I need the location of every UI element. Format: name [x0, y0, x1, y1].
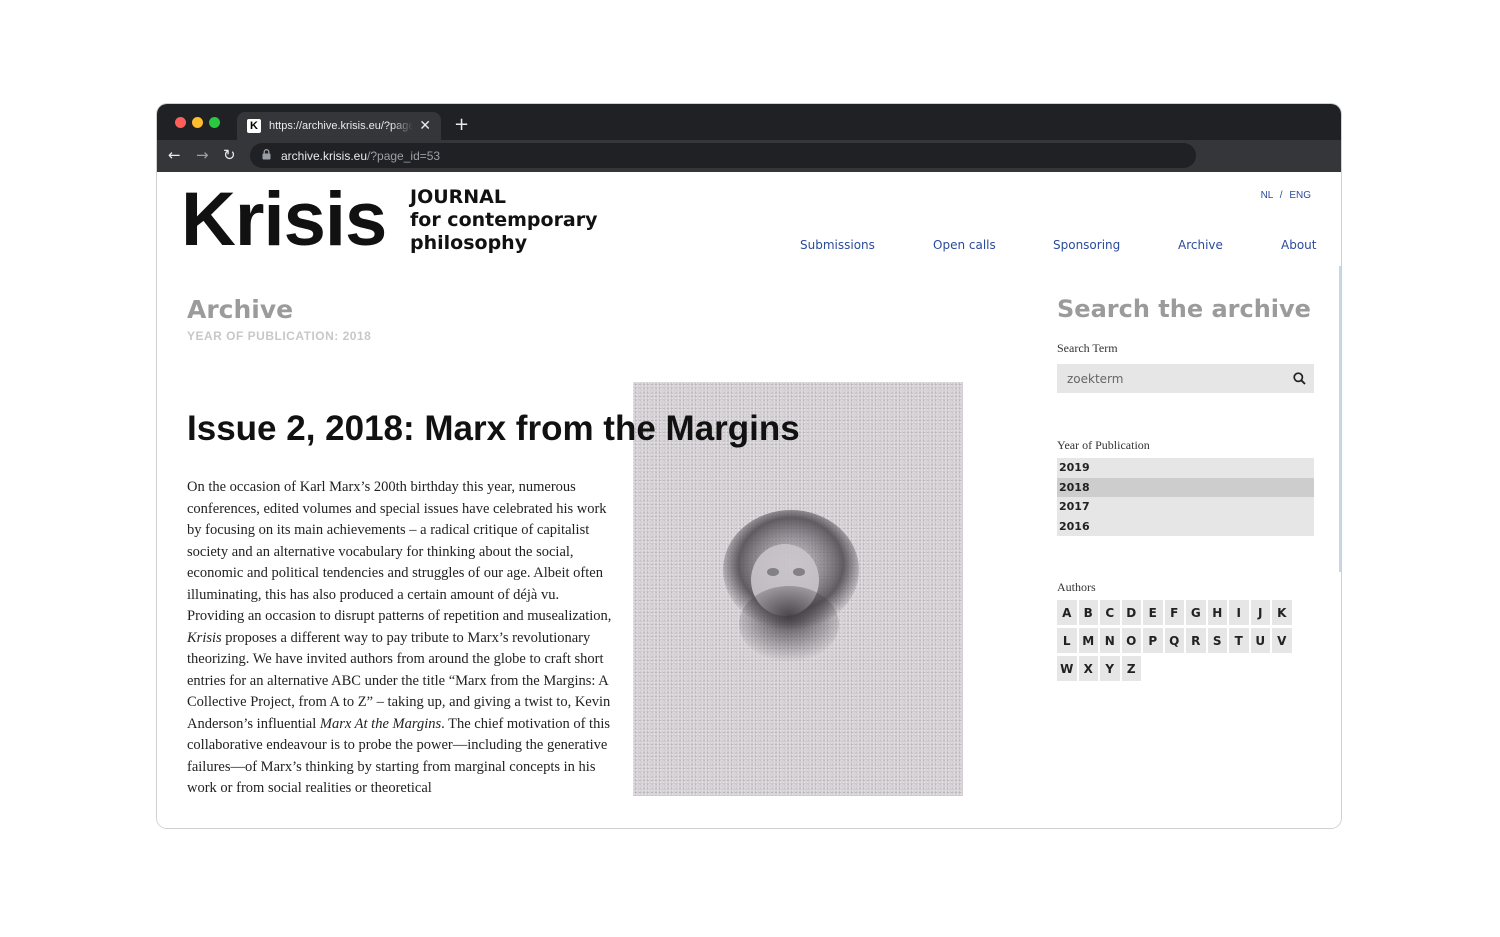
nav-submissions[interactable]: Submissions	[800, 238, 875, 252]
sidebar-title: Search the archive	[1057, 295, 1311, 323]
forward-arrow-icon[interactable]: →	[196, 146, 209, 164]
lang-nl-link[interactable]: NL	[1261, 190, 1273, 201]
author-letter-c[interactable]: C	[1100, 600, 1120, 625]
author-letter-s[interactable]: S	[1207, 628, 1227, 653]
author-letter-t[interactable]: T	[1229, 628, 1249, 653]
authors-label: Authors	[1057, 580, 1096, 594]
author-letter-v[interactable]: V	[1272, 628, 1292, 653]
scrollbar[interactable]	[1339, 266, 1341, 572]
author-letter-h[interactable]: H	[1207, 600, 1227, 625]
lock-icon	[262, 148, 271, 163]
author-letter-n[interactable]: N	[1100, 628, 1120, 653]
close-window-button[interactable]	[175, 117, 186, 128]
lang-eng-link[interactable]: ENG	[1289, 190, 1311, 201]
search-term-label: Search Term	[1057, 341, 1118, 355]
year-list: 2019 2018 2017 2016	[1057, 458, 1314, 536]
browser-window: K https://archive.krisis.eu/?page_ ✕ + ←…	[157, 104, 1341, 828]
author-letter-f[interactable]: F	[1164, 600, 1184, 625]
author-letter-i[interactable]: I	[1229, 600, 1249, 625]
minimize-window-button[interactable]	[192, 117, 203, 128]
author-letter-r[interactable]: R	[1186, 628, 1206, 653]
author-letter-g[interactable]: G	[1186, 600, 1206, 625]
page-subtitle: YEAR OF PUBLICATION: 2018	[187, 329, 372, 343]
author-letter-x[interactable]: X	[1078, 656, 1098, 681]
author-letter-w[interactable]: W	[1057, 656, 1077, 681]
tab-title: https://archive.krisis.eu/?page_	[269, 120, 414, 132]
krisis-logo[interactable]: Krisis	[181, 182, 387, 258]
author-letter-z[interactable]: Z	[1121, 656, 1141, 681]
year-option-selected[interactable]: 2018	[1057, 477, 1314, 497]
title-bar: K https://archive.krisis.eu/?page_ ✕ +	[157, 104, 1341, 140]
web-page: Krisis JOURNAL for contemporary philosop…	[157, 172, 1341, 828]
author-letter-o[interactable]: O	[1121, 628, 1141, 653]
lang-separator: /	[1279, 190, 1283, 201]
year-option[interactable]: 2019	[1057, 458, 1314, 478]
author-letter-m[interactable]: M	[1078, 628, 1098, 653]
year-option[interactable]: 2017	[1057, 497, 1314, 517]
issue-title[interactable]: Issue 2, 2018: Marx from the Margins	[187, 409, 800, 449]
author-letter-q[interactable]: Q	[1164, 628, 1184, 653]
tagline-line: for contemporary	[410, 209, 598, 231]
nav-about[interactable]: About	[1281, 238, 1316, 252]
tagline-line: JOURNAL	[410, 186, 506, 208]
author-letter-e[interactable]: E	[1143, 600, 1163, 625]
author-letter-p[interactable]: P	[1143, 628, 1163, 653]
krisis-favicon-icon: K	[247, 119, 261, 133]
search-input[interactable]	[1067, 371, 1284, 386]
year-option[interactable]: 2016	[1057, 517, 1314, 537]
page-title: Archive	[187, 295, 294, 324]
author-letter-a[interactable]: A	[1057, 600, 1077, 625]
url-host: archive.krisis.eu	[281, 148, 368, 163]
nav-archive[interactable]: Archive	[1178, 238, 1223, 252]
nav-sponsoring[interactable]: Sponsoring	[1053, 238, 1120, 252]
address-bar[interactable]: archive.krisis.eu/?page_id=53	[250, 143, 1196, 168]
maximize-window-button[interactable]	[209, 117, 220, 128]
issue-description: On the occasion of Karl Marx’s 200th bir…	[187, 479, 612, 796]
tagline-line: philosophy	[410, 232, 528, 254]
tab-close-icon[interactable]: ✕	[419, 118, 431, 134]
url-path: /?page_id=53	[367, 148, 441, 163]
browser-toolbar: ← → ↻ archive.krisis.eu/?page_id=53	[157, 140, 1341, 172]
browser-tab[interactable]: K https://archive.krisis.eu/?page_ ✕	[237, 112, 441, 140]
language-switcher: NL / ENG	[1261, 190, 1311, 201]
new-tab-button[interactable]: +	[454, 114, 469, 135]
search-icon[interactable]	[1284, 364, 1314, 393]
author-letter-l[interactable]: L	[1057, 628, 1077, 653]
author-letter-b[interactable]: B	[1078, 600, 1098, 625]
logo-tagline: JOURNAL for contemporary philosophy	[410, 186, 598, 255]
author-letter-d[interactable]: D	[1121, 600, 1141, 625]
search-box	[1057, 364, 1314, 393]
author-letter-y[interactable]: Y	[1100, 656, 1120, 681]
author-letter-u[interactable]: U	[1250, 628, 1270, 653]
year-label: Year of Publication	[1057, 438, 1150, 452]
author-letter-index: ABCDEFGHIJK LMNOPQRSTUV WXYZ	[1057, 600, 1297, 681]
reload-icon[interactable]: ↻	[223, 146, 236, 164]
author-letter-k[interactable]: K	[1272, 600, 1292, 625]
nav-open-calls[interactable]: Open calls	[933, 238, 996, 252]
author-letter-j[interactable]: J	[1250, 600, 1270, 625]
back-arrow-icon[interactable]: ←	[168, 146, 181, 164]
